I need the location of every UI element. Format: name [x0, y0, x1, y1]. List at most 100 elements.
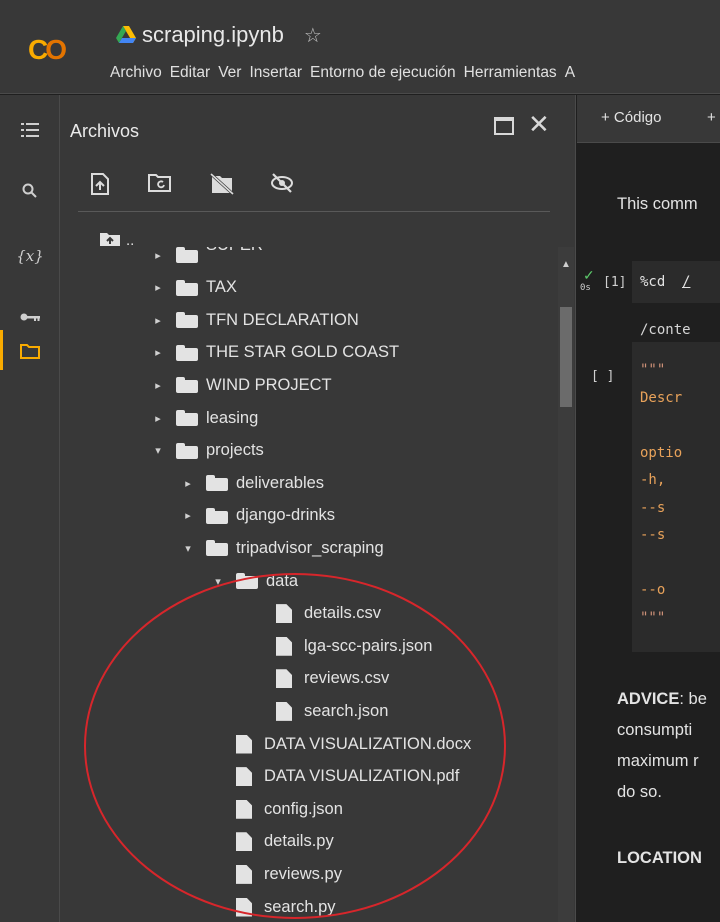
- menu-editar[interactable]: Editar: [166, 62, 215, 84]
- folder-icon: [206, 475, 228, 492]
- folder-icon: [176, 377, 198, 394]
- folder-row[interactable]: ▸ django-drinks: [180, 502, 335, 530]
- folder-row[interactable]: ▸ TFN DECLARATION: [150, 306, 359, 334]
- mount-drive-icon[interactable]: [209, 172, 235, 196]
- variables-icon[interactable]: {x}: [0, 247, 60, 265]
- menu-bar: Archivo Editar Ver Insertar Entorno de e…: [106, 62, 579, 84]
- folder-row[interactable]: ▸ THE STAR GOLD COAST: [150, 339, 399, 367]
- file-icon: [236, 832, 252, 852]
- close-icon[interactable]: ✕: [528, 109, 550, 140]
- file-row[interactable]: details.py: [236, 828, 334, 856]
- folder-row[interactable]: ▸ leasing: [150, 404, 258, 432]
- file-icon: [236, 864, 252, 884]
- file-row[interactable]: search.py: [236, 893, 336, 921]
- code-cell-1[interactable]: %cd /: [632, 261, 720, 303]
- tree-item-label: lga-scc-pairs.json: [304, 636, 433, 655]
- file-row[interactable]: search.json: [276, 697, 388, 725]
- file-row[interactable]: config.json: [236, 795, 343, 823]
- folder-row[interactable]: ▸ WIND PROJECT: [150, 371, 331, 399]
- file-row[interactable]: reviews.csv: [276, 665, 389, 693]
- cell2-prompt: [ ]: [591, 369, 615, 384]
- code-line: -h,: [640, 472, 666, 488]
- file-icon: [276, 636, 292, 656]
- chevron-right-icon[interactable]: ▸: [180, 509, 196, 522]
- tree-item-label: search.json: [304, 701, 389, 720]
- tree-item-label: config.json: [264, 799, 343, 818]
- tree-item-label: TAX: [206, 278, 237, 297]
- folder-icon: [176, 410, 198, 426]
- tree-item-label: tripadvisor_scraping: [236, 538, 384, 557]
- folder-row[interactable]: ▸ deliverables: [180, 469, 324, 497]
- folder-row[interactable]: ▸ SUPER: [150, 247, 263, 269]
- tree-item-label: search.py: [264, 897, 336, 916]
- menu-herramientas[interactable]: Herramientas: [460, 62, 561, 84]
- chevron-down-icon[interactable]: ▾: [150, 444, 166, 457]
- folder-row[interactable]: ▸ TAX: [150, 274, 237, 302]
- drive-icon: [116, 26, 136, 44]
- menu-ayuda[interactable]: A: [561, 62, 579, 84]
- chevron-right-icon[interactable]: ▸: [150, 314, 166, 327]
- chevron-right-icon[interactable]: ▸: [150, 249, 166, 262]
- tree-item-label: projects: [206, 441, 264, 460]
- code-cell-2[interactable]: """ Descr optio -h, --s --s --o """: [632, 342, 720, 652]
- file-row[interactable]: DATA VISUALIZATION.docx: [236, 730, 471, 758]
- folder-row[interactable]: ▾ data: [210, 567, 298, 595]
- search-icon[interactable]: [0, 183, 60, 203]
- scroll-thumb[interactable]: [560, 307, 572, 407]
- file-row[interactable]: DATA VISUALIZATION.pdf: [236, 763, 459, 791]
- scroll-up-icon[interactable]: ▲: [558, 259, 574, 270]
- folder-row[interactable]: ▾ tripadvisor_scraping: [180, 534, 384, 562]
- intro-text: This comm: [617, 195, 698, 213]
- chevron-right-icon[interactable]: ▸: [150, 346, 166, 359]
- folder-row[interactable]: ▾ projects: [150, 437, 264, 465]
- chevron-right-icon[interactable]: ▸: [180, 477, 196, 490]
- colab-logo[interactable]: CO: [28, 34, 67, 66]
- code-line: --s: [640, 527, 666, 543]
- app-header: CO scraping.ipynb ☆ Archivo Editar Ver I…: [0, 0, 720, 94]
- folder-icon[interactable]: [0, 343, 60, 363]
- key-icon[interactable]: [0, 309, 60, 326]
- scrollbar[interactable]: ▲: [558, 247, 574, 922]
- add-code-button[interactable]: + Código: [601, 109, 661, 126]
- chevron-right-icon[interactable]: ▸: [150, 379, 166, 392]
- notebook-title[interactable]: scraping.ipynb: [142, 22, 284, 48]
- chevron-right-icon[interactable]: ▸: [150, 281, 166, 294]
- file-icon: [236, 897, 252, 917]
- folder-icon: [206, 507, 228, 524]
- files-panel: Archivos ✕ .. ▸SUPER▸TAX▸TFN DECLARATION…: [60, 95, 576, 922]
- add-text-button[interactable]: +: [707, 109, 716, 126]
- tree-item-label: django-drinks: [236, 506, 336, 525]
- tree-item-label: THE STAR GOLD COAST: [206, 343, 400, 362]
- star-icon[interactable]: ☆: [304, 23, 322, 48]
- notebook-toolbar: + Código +: [577, 95, 720, 143]
- file-icon: [236, 734, 252, 754]
- tree-item-label: SUPER: [206, 247, 263, 255]
- file-row[interactable]: lga-scc-pairs.json: [276, 632, 432, 660]
- hide-icon[interactable]: [270, 173, 293, 195]
- file-row[interactable]: reviews.py: [236, 860, 342, 888]
- tree-item-label: details.csv: [304, 604, 382, 623]
- menu-archivo[interactable]: Archivo: [106, 62, 166, 84]
- chevron-down-icon[interactable]: ▾: [180, 542, 196, 555]
- success-check-icon: ✓: [583, 267, 595, 283]
- chevron-down-icon[interactable]: ▾: [210, 575, 226, 588]
- open-in-tab-icon[interactable]: [494, 117, 514, 135]
- file-icon: [276, 604, 292, 624]
- title-row: scraping.ipynb ☆: [116, 22, 322, 48]
- code-line: Descr: [640, 389, 683, 406]
- tree-item-label: data: [266, 571, 299, 590]
- chevron-right-icon[interactable]: ▸: [150, 412, 166, 425]
- code-line: --o: [640, 582, 666, 598]
- tree-item-label: TFN DECLARATION: [206, 310, 359, 329]
- file-row[interactable]: details.csv: [276, 600, 381, 628]
- cell1-prompt: [1]: [603, 275, 627, 290]
- tree-item-label: DATA VISUALIZATION.docx: [264, 734, 472, 753]
- folder-icon: [176, 344, 198, 361]
- toc-icon[interactable]: [0, 123, 60, 141]
- menu-entorno[interactable]: Entorno de ejecución: [306, 62, 460, 84]
- menu-ver[interactable]: Ver: [214, 62, 245, 84]
- menu-insertar[interactable]: Insertar: [245, 62, 306, 84]
- notebook-area: + Código + This comm ✓ 0s [1] %cd / /con…: [577, 95, 720, 922]
- refresh-folder-icon[interactable]: [148, 173, 171, 195]
- upload-icon[interactable]: [90, 173, 112, 195]
